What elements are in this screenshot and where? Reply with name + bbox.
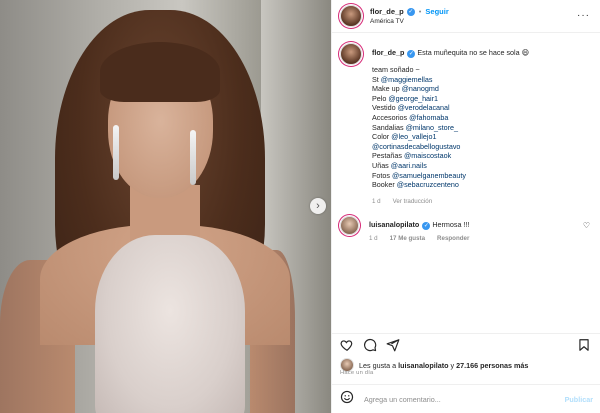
caption-body: flor_de_p ✓ Esta muñequita no se hace sol… <box>372 43 529 206</box>
caption-line-text: team soñado ~ <box>372 65 420 74</box>
caption-mention[interactable]: @maiscostaok <box>404 151 451 160</box>
caption-line-text: Vestido <box>372 103 398 113</box>
caption-line: Accesorios @fahomaba <box>372 113 529 123</box>
caption-line-text: St <box>372 74 381 84</box>
caption-row: flor_de_p ✓ Esta muñequita no se hace sol… <box>340 43 592 206</box>
photo-earring-left <box>113 125 119 180</box>
caption-line-text: Pestañas <box>372 151 404 161</box>
caption-mention[interactable]: @aari.nails <box>391 161 427 170</box>
caption-mention[interactable]: @sebacruzcenteno <box>397 180 459 189</box>
caption-line: team soñado ~ <box>372 65 529 75</box>
caption-line-text: Uñas <box>372 160 391 170</box>
emoji-icon[interactable] <box>340 390 354 409</box>
caption-mention[interactable]: @samuelganembeauty <box>392 171 466 180</box>
caption-time[interactable]: 1 d <box>372 197 381 207</box>
comment-meta: 1 d 17 Me gusta Responder <box>369 235 481 242</box>
photo-bangs <box>100 42 220 102</box>
likes-middle: y <box>448 360 457 370</box>
comment: luisanalopilato ✓ Hermosa !!! 1 d 17 Me g… <box>332 206 600 242</box>
bookmark-icon[interactable] <box>577 338 591 352</box>
comment-heart-icon[interactable]: ♡ <box>583 221 590 230</box>
caption-line: Sandalias @milano_store_ <box>372 123 529 133</box>
caption-line: St @maggiemellas <box>372 75 529 85</box>
caption-text: Esta muñequita no se hace sola 😄 <box>417 48 530 57</box>
post-time-ago[interactable]: Hace un día <box>340 370 373 376</box>
caption-first-line: flor_de_p ✓ Esta muñequita no se hace sol… <box>372 48 529 58</box>
caption-mention[interactable]: @nanogmd <box>402 84 439 93</box>
caption-line: Color @leo_vallejo1 <box>372 132 529 142</box>
comment-avatar[interactable] <box>340 216 359 236</box>
post-username[interactable]: flor_de_p <box>370 7 404 16</box>
verified-icon: ✓ <box>406 7 415 16</box>
follow-button[interactable]: Seguir <box>425 7 448 16</box>
caption-mention[interactable]: @verodelacanal <box>398 103 450 112</box>
photo-earring-right <box>190 130 196 185</box>
caption-line: Pestañas @maiscostaok <box>372 151 529 161</box>
comment-text: Hermosa !!! <box>432 220 470 230</box>
verified-icon: ✓ <box>422 222 431 231</box>
post-header: flor_de_p ✓ • Seguir América TV ··· <box>332 0 600 33</box>
next-arrow-icon[interactable]: › <box>310 198 326 214</box>
comment-icon[interactable] <box>363 338 377 352</box>
separator-dot: • <box>418 7 422 16</box>
comment-body: luisanalopilato ✓ Hermosa !!! <box>369 220 481 231</box>
comment-time[interactable]: 1 d <box>369 235 378 242</box>
reply-button[interactable]: Responder <box>437 235 469 242</box>
comment-username[interactable]: luisanalopilato <box>369 220 419 229</box>
add-comment-bar: Publicar <box>332 384 600 413</box>
comment-input[interactable] <box>362 393 546 405</box>
header-text: flor_de_p ✓ • Seguir América TV <box>370 7 449 25</box>
comment-content: luisanalopilato ✓ Hermosa !!! 1 d 17 Me g… <box>369 216 481 242</box>
post-panel: flor_de_p ✓ • Seguir América TV ··· flor… <box>331 0 600 413</box>
caption: flor_de_p ✓ Esta muñequita no se hace sol… <box>332 33 600 206</box>
action-bar <box>332 333 600 355</box>
caption-line-text: Pelo <box>372 93 389 103</box>
caption-mention[interactable]: @fahomaba <box>409 113 448 122</box>
caption-username[interactable]: flor_de_p <box>372 48 404 57</box>
caption-line-text: Make up <box>372 84 402 94</box>
verified-icon: ✓ <box>407 50 416 58</box>
caption-avatar[interactable] <box>340 43 362 65</box>
publish-button[interactable]: Publicar <box>565 395 593 404</box>
caption-line-text: Booker <box>372 180 397 190</box>
caption-line-text: Accesorios <box>372 112 410 122</box>
avatar[interactable] <box>340 5 362 27</box>
caption-line-text: Fotos <box>372 170 392 180</box>
likes-prefix: Les gusta a <box>359 360 399 370</box>
translate-link[interactable]: Ver traducción <box>393 197 433 207</box>
caption-line-text: Color <box>372 132 392 142</box>
photo-dress <box>95 235 245 413</box>
header-line: flor_de_p ✓ • Seguir <box>370 7 449 16</box>
likes-user[interactable]: luisanalopilato <box>398 361 448 370</box>
caption-mention[interactable]: @milano_store_ <box>406 123 458 132</box>
caption-line: Uñas @aari.nails <box>372 161 529 171</box>
more-icon[interactable]: ··· <box>577 10 590 21</box>
caption-meta: 1 d Ver traducción <box>372 197 529 207</box>
caption-line: Fotos @samuelganembeauty <box>372 171 529 181</box>
likes-count[interactable]: 27.166 personas más <box>456 361 528 370</box>
caption-line-text: Sandalias <box>372 122 406 132</box>
comment-likes[interactable]: 17 Me gusta <box>390 235 425 242</box>
caption-line: Vestido @verodelacanal <box>372 103 529 113</box>
caption-line: Booker @sebacruzcenteno <box>372 180 529 190</box>
caption-mention[interactable]: @maggiemellas <box>381 75 433 84</box>
heart-icon[interactable] <box>340 338 354 352</box>
caption-mention[interactable]: @leo_vallejo1 <box>391 132 436 141</box>
likes-text: Les gusta a luisanalopilato y 27.166 per… <box>359 361 528 370</box>
caption-line: Make up @nanogmd <box>372 84 529 94</box>
share-icon[interactable] <box>386 338 400 352</box>
caption-mention[interactable]: @cortinasdecabellogustavo <box>372 142 460 151</box>
caption-lines: team soñado ~ St @maggiemellas Make up @na… <box>372 65 529 190</box>
caption-line: @cortinasdecabellogustavo <box>372 142 529 152</box>
caption-mention[interactable]: @george_hair1 <box>388 94 438 103</box>
post-photo[interactable]: › <box>0 0 331 413</box>
post-location[interactable]: América TV <box>370 18 449 25</box>
caption-line: Pelo @george_hair1 <box>372 94 529 104</box>
